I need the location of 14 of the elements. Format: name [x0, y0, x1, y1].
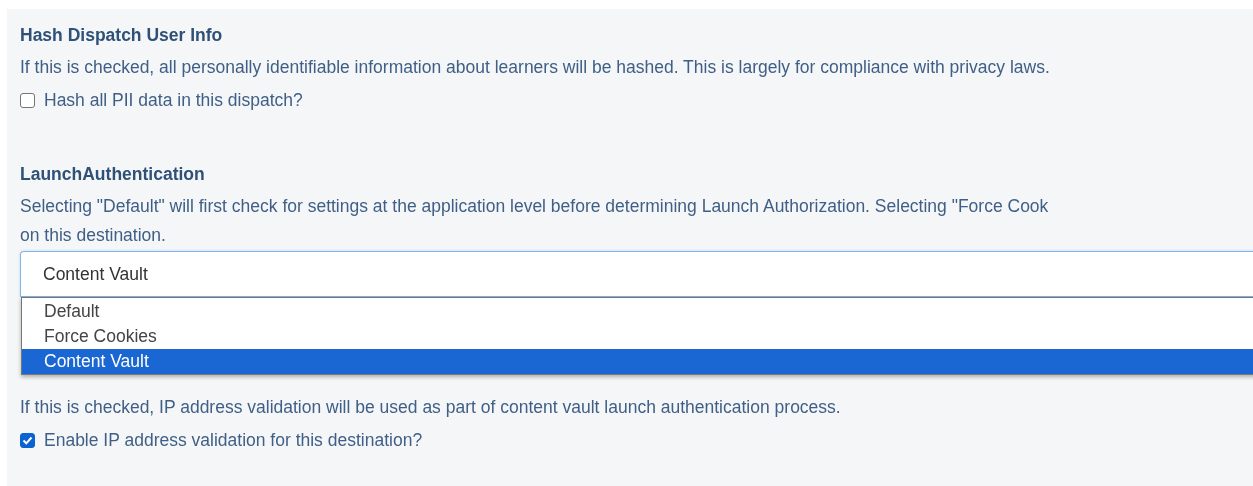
section-description: If this is checked, IP address validation will be used as part of content vault launch authentication process. [20, 396, 842, 419]
section-description: on this destination. [20, 224, 167, 247]
checkbox-label[interactable]: Hash all PII data in this dispatch? [44, 90, 303, 111]
checkbox[interactable] [20, 433, 35, 448]
section-description: Selecting "Default" will first check for settings at the application level before determining Launch Authorization. Selecting "Force Cook [20, 195, 1050, 218]
checkbox-label[interactable]: Enable IP address validation for this destination? [44, 430, 423, 451]
dropdown-option[interactable]: Default [22, 299, 1253, 324]
section-description: If this is checked, all personally identifiable information about learners will be hashed. This is largely for compliance with privacy laws. [20, 56, 1051, 79]
dropdown-option[interactable]: Force Cookies [22, 324, 1253, 349]
checkbox[interactable] [20, 93, 35, 108]
section-heading: Hash Dispatch User Info [20, 24, 224, 46]
select-field[interactable]: Content Vault [20, 251, 1253, 297]
section-heading: LaunchAuthentication [20, 163, 206, 185]
dropdown-option[interactable]: Content Vault [22, 349, 1253, 374]
